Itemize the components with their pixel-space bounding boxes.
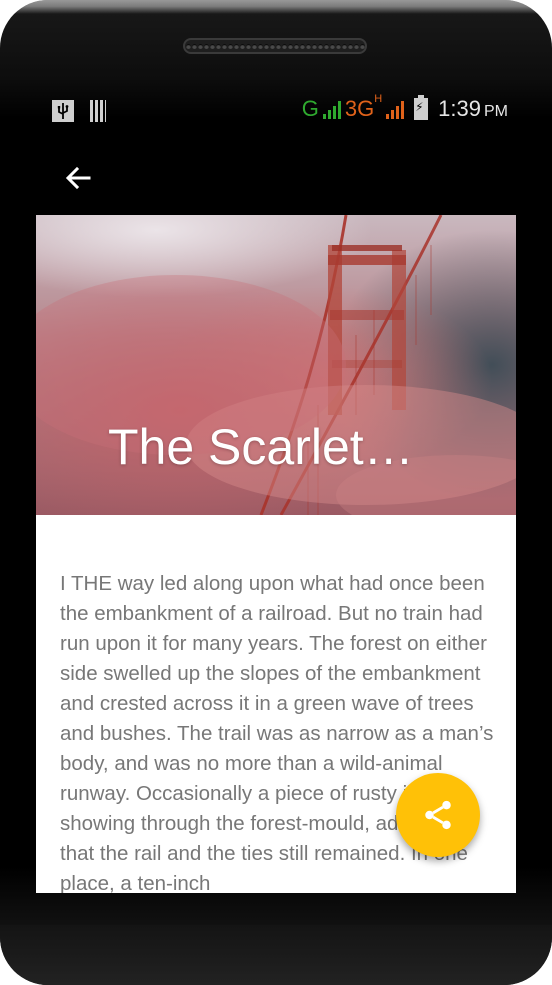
- share-icon: [425, 800, 451, 830]
- back-button[interactable]: [54, 154, 102, 202]
- status-clock: 1:39 PM: [438, 96, 508, 121]
- storage-icon: [90, 100, 106, 122]
- usb-icon: [52, 100, 74, 122]
- article-title: The Scarlet…: [108, 419, 414, 475]
- battery-charging-icon: [414, 95, 429, 120]
- app-bar: [36, 140, 516, 215]
- share-fab-button[interactable]: [396, 773, 480, 857]
- status-bar: G 3GH 1:39PM: [36, 92, 516, 132]
- network-g-label: G: [301, 96, 319, 121]
- arrow-left-icon: [65, 166, 91, 190]
- phone-frame: G 3GH 1:39PM: [0, 0, 552, 985]
- signal-icon: [322, 99, 341, 119]
- hero-image: The Scarlet…: [36, 215, 516, 515]
- signal-3g-icon: [386, 99, 405, 119]
- earpiece-speaker: [183, 38, 367, 54]
- bottom-bezel: [0, 925, 552, 985]
- network-3g-label: 3GH: [344, 92, 383, 121]
